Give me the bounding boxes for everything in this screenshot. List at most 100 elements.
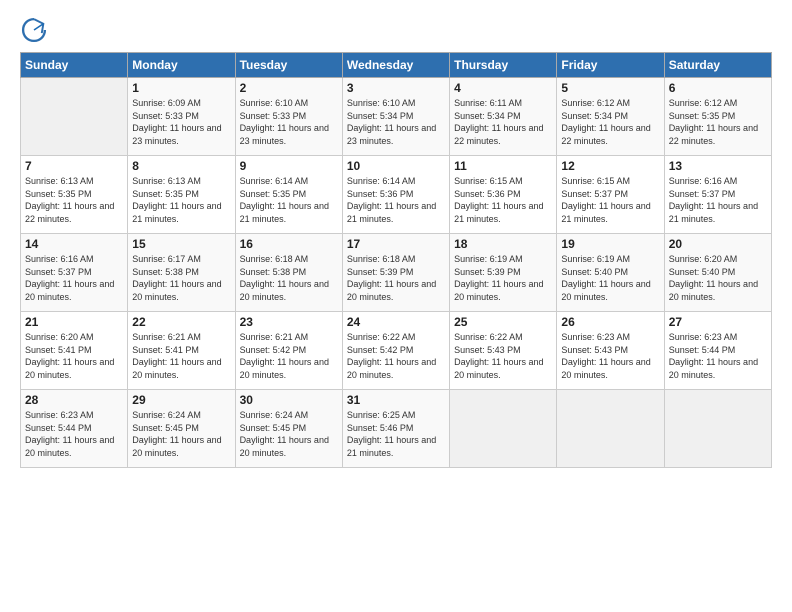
day-info: Sunrise: 6:23 AMSunset: 5:43 PMDaylight:… xyxy=(561,331,659,381)
day-info: Sunrise: 6:09 AMSunset: 5:33 PMDaylight:… xyxy=(132,97,230,147)
calendar-cell xyxy=(21,78,128,156)
day-number: 2 xyxy=(240,81,338,95)
header-thursday: Thursday xyxy=(450,53,557,78)
calendar-cell: 27Sunrise: 6:23 AMSunset: 5:44 PMDayligh… xyxy=(664,312,771,390)
calendar-cell: 25 Sunrise: 6:22 AMSunset: 5:43 PMDayligh… xyxy=(450,312,557,390)
calendar-cell: 19 Sunrise: 6:19 AMSunset: 5:40 PMDayligh… xyxy=(557,234,664,312)
day-number: 11 xyxy=(454,159,552,173)
calendar-cell: 10 Sunrise: 6:14 AMSunset: 5:36 PMDayligh… xyxy=(342,156,449,234)
day-number: 18 xyxy=(454,237,552,251)
calendar-cell: 3 Sunrise: 6:10 AMSunset: 5:34 PMDaylight… xyxy=(342,78,449,156)
day-info: Sunrise: 6:16 AMSunset: 5:37 PMDaylight:… xyxy=(669,175,767,225)
day-number: 8 xyxy=(132,159,230,173)
calendar-cell: 6Sunrise: 6:12 AMSunset: 5:35 PMDaylight… xyxy=(664,78,771,156)
day-number: 5 xyxy=(561,81,659,95)
day-info: Sunrise: 6:21 AMSunset: 5:41 PMDaylight:… xyxy=(132,331,230,381)
week-row-0: 1 Sunrise: 6:09 AMSunset: 5:33 PMDaylight… xyxy=(21,78,772,156)
calendar-cell: 23 Sunrise: 6:21 AMSunset: 5:42 PMDayligh… xyxy=(235,312,342,390)
day-number: 31 xyxy=(347,393,445,407)
day-number: 19 xyxy=(561,237,659,251)
calendar-cell: 28Sunrise: 6:23 AMSunset: 5:44 PMDayligh… xyxy=(21,390,128,468)
header-tuesday: Tuesday xyxy=(235,53,342,78)
calendar-cell: 22 Sunrise: 6:21 AMSunset: 5:41 PMDayligh… xyxy=(128,312,235,390)
day-number: 14 xyxy=(25,237,123,251)
day-info: Sunrise: 6:22 AMSunset: 5:43 PMDaylight:… xyxy=(454,331,552,381)
day-info: Sunrise: 6:24 AMSunset: 5:45 PMDaylight:… xyxy=(240,409,338,459)
day-number: 4 xyxy=(454,81,552,95)
calendar-cell: 13 Sunrise: 6:16 AMSunset: 5:37 PMDayligh… xyxy=(664,156,771,234)
day-number: 20 xyxy=(669,237,767,251)
day-number: 30 xyxy=(240,393,338,407)
calendar-cell: 30 Sunrise: 6:24 AMSunset: 5:45 PMDayligh… xyxy=(235,390,342,468)
day-info: Sunrise: 6:22 AMSunset: 5:42 PMDaylight:… xyxy=(347,331,445,381)
page-container: SundayMondayTuesdayWednesdayThursdayFrid… xyxy=(0,0,792,478)
calendar-cell xyxy=(450,390,557,468)
day-number: 13 xyxy=(669,159,767,173)
day-info: Sunrise: 6:21 AMSunset: 5:42 PMDaylight:… xyxy=(240,331,338,381)
day-info: Sunrise: 6:10 AMSunset: 5:34 PMDaylight:… xyxy=(347,97,445,147)
header-row: SundayMondayTuesdayWednesdayThursdayFrid… xyxy=(21,53,772,78)
day-number: 9 xyxy=(240,159,338,173)
header xyxy=(20,16,772,44)
calendar-cell: 8Sunrise: 6:13 AMSunset: 5:35 PMDaylight… xyxy=(128,156,235,234)
day-number: 3 xyxy=(347,81,445,95)
calendar-cell: 18Sunrise: 6:19 AMSunset: 5:39 PMDayligh… xyxy=(450,234,557,312)
calendar-table: SundayMondayTuesdayWednesdayThursdayFrid… xyxy=(20,52,772,468)
day-number: 10 xyxy=(347,159,445,173)
day-number: 27 xyxy=(669,315,767,329)
calendar-cell: 14 Sunrise: 6:16 AMSunset: 5:37 PMDayligh… xyxy=(21,234,128,312)
header-saturday: Saturday xyxy=(664,53,771,78)
header-wednesday: Wednesday xyxy=(342,53,449,78)
calendar-cell: 21Sunrise: 6:20 AMSunset: 5:41 PMDayligh… xyxy=(21,312,128,390)
day-info: Sunrise: 6:20 AMSunset: 5:40 PMDaylight:… xyxy=(669,253,767,303)
logo xyxy=(20,16,52,44)
day-number: 29 xyxy=(132,393,230,407)
day-info: Sunrise: 6:15 AMSunset: 5:37 PMDaylight:… xyxy=(561,175,659,225)
day-info: Sunrise: 6:17 AMSunset: 5:38 PMDaylight:… xyxy=(132,253,230,303)
calendar-cell: 2 Sunrise: 6:10 AMSunset: 5:33 PMDaylight… xyxy=(235,78,342,156)
header-friday: Friday xyxy=(557,53,664,78)
calendar-cell: 15 Sunrise: 6:17 AMSunset: 5:38 PMDayligh… xyxy=(128,234,235,312)
week-row-2: 14 Sunrise: 6:16 AMSunset: 5:37 PMDayligh… xyxy=(21,234,772,312)
calendar-cell: 9 Sunrise: 6:14 AMSunset: 5:35 PMDaylight… xyxy=(235,156,342,234)
header-sunday: Sunday xyxy=(21,53,128,78)
week-row-3: 21Sunrise: 6:20 AMSunset: 5:41 PMDayligh… xyxy=(21,312,772,390)
day-info: Sunrise: 6:25 AMSunset: 5:46 PMDaylight:… xyxy=(347,409,445,459)
day-number: 15 xyxy=(132,237,230,251)
day-number: 22 xyxy=(132,315,230,329)
day-info: Sunrise: 6:15 AMSunset: 5:36 PMDaylight:… xyxy=(454,175,552,225)
day-number: 23 xyxy=(240,315,338,329)
week-row-4: 28Sunrise: 6:23 AMSunset: 5:44 PMDayligh… xyxy=(21,390,772,468)
calendar-cell: 5 Sunrise: 6:12 AMSunset: 5:34 PMDaylight… xyxy=(557,78,664,156)
day-number: 7 xyxy=(25,159,123,173)
calendar-cell: 20 Sunrise: 6:20 AMSunset: 5:40 PMDayligh… xyxy=(664,234,771,312)
day-number: 28 xyxy=(25,393,123,407)
calendar-cell: 24 Sunrise: 6:22 AMSunset: 5:42 PMDayligh… xyxy=(342,312,449,390)
calendar-cell: 31 Sunrise: 6:25 AMSunset: 5:46 PMDayligh… xyxy=(342,390,449,468)
calendar-cell: 12 Sunrise: 6:15 AMSunset: 5:37 PMDayligh… xyxy=(557,156,664,234)
day-info: Sunrise: 6:12 AMSunset: 5:34 PMDaylight:… xyxy=(561,97,659,147)
day-number: 26 xyxy=(561,315,659,329)
calendar-cell: 4Sunrise: 6:11 AMSunset: 5:34 PMDaylight… xyxy=(450,78,557,156)
day-info: Sunrise: 6:16 AMSunset: 5:37 PMDaylight:… xyxy=(25,253,123,303)
day-number: 12 xyxy=(561,159,659,173)
day-info: Sunrise: 6:20 AMSunset: 5:41 PMDaylight:… xyxy=(25,331,123,381)
day-info: Sunrise: 6:19 AMSunset: 5:40 PMDaylight:… xyxy=(561,253,659,303)
day-info: Sunrise: 6:10 AMSunset: 5:33 PMDaylight:… xyxy=(240,97,338,147)
day-info: Sunrise: 6:13 AMSunset: 5:35 PMDaylight:… xyxy=(25,175,123,225)
calendar-cell: 17 Sunrise: 6:18 AMSunset: 5:39 PMDayligh… xyxy=(342,234,449,312)
day-info: Sunrise: 6:18 AMSunset: 5:39 PMDaylight:… xyxy=(347,253,445,303)
day-info: Sunrise: 6:14 AMSunset: 5:36 PMDaylight:… xyxy=(347,175,445,225)
day-number: 24 xyxy=(347,315,445,329)
day-number: 25 xyxy=(454,315,552,329)
day-number: 1 xyxy=(132,81,230,95)
logo-icon xyxy=(20,16,48,44)
calendar-cell xyxy=(557,390,664,468)
day-info: Sunrise: 6:12 AMSunset: 5:35 PMDaylight:… xyxy=(669,97,767,147)
calendar-cell: 26 Sunrise: 6:23 AMSunset: 5:43 PMDayligh… xyxy=(557,312,664,390)
day-info: Sunrise: 6:14 AMSunset: 5:35 PMDaylight:… xyxy=(240,175,338,225)
day-number: 17 xyxy=(347,237,445,251)
day-number: 16 xyxy=(240,237,338,251)
calendar-cell: 11 Sunrise: 6:15 AMSunset: 5:36 PMDayligh… xyxy=(450,156,557,234)
day-info: Sunrise: 6:24 AMSunset: 5:45 PMDaylight:… xyxy=(132,409,230,459)
